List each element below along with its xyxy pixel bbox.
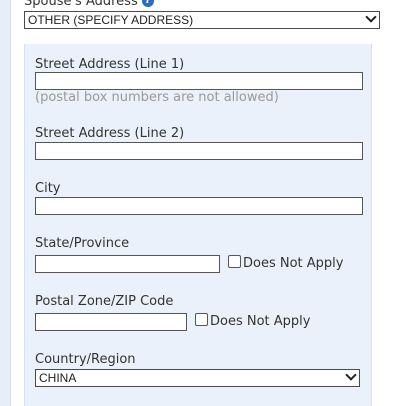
- street1-hint: (postal box numbers are not allowed): [35, 90, 279, 105]
- postal-input[interactable]: [35, 313, 187, 331]
- street2-label: Street Address (Line 2): [35, 126, 185, 141]
- spouse-address-label: Spouse's Address: [24, 0, 138, 9]
- street1-label: Street Address (Line 1): [35, 57, 185, 72]
- postal-does-not-apply[interactable]: Does Not Apply: [195, 313, 310, 329]
- postal-label: Postal Zone/ZIP Code: [35, 294, 174, 309]
- country-label: Country/Region: [35, 352, 136, 367]
- chevron-down-icon: [365, 11, 377, 23]
- street2-input[interactable]: [35, 142, 363, 160]
- state-na-checkbox[interactable]: [228, 255, 241, 268]
- state-input[interactable]: [35, 255, 220, 273]
- state-na-label: Does Not Apply: [243, 256, 344, 271]
- state-does-not-apply[interactable]: Does Not Apply: [228, 255, 343, 271]
- spouse-address-select[interactable]: OTHER (SPECIFY ADDRESS): [24, 11, 380, 29]
- chevron-down-icon: [345, 369, 357, 381]
- city-input[interactable]: [35, 197, 363, 215]
- country-select[interactable]: CHINA: [35, 369, 360, 387]
- country-selected: CHINA: [39, 371, 77, 385]
- postal-na-checkbox[interactable]: [195, 313, 208, 326]
- street1-input[interactable]: [35, 72, 363, 90]
- info-icon[interactable]: i: [141, 0, 154, 7]
- postal-na-label: Does Not Apply: [210, 314, 311, 329]
- city-label: City: [35, 181, 61, 196]
- state-label: State/Province: [35, 236, 130, 251]
- spouse-address-heading: Spouse's Address i: [24, 0, 154, 9]
- spouse-address-selected: OTHER (SPECIFY ADDRESS): [28, 13, 194, 27]
